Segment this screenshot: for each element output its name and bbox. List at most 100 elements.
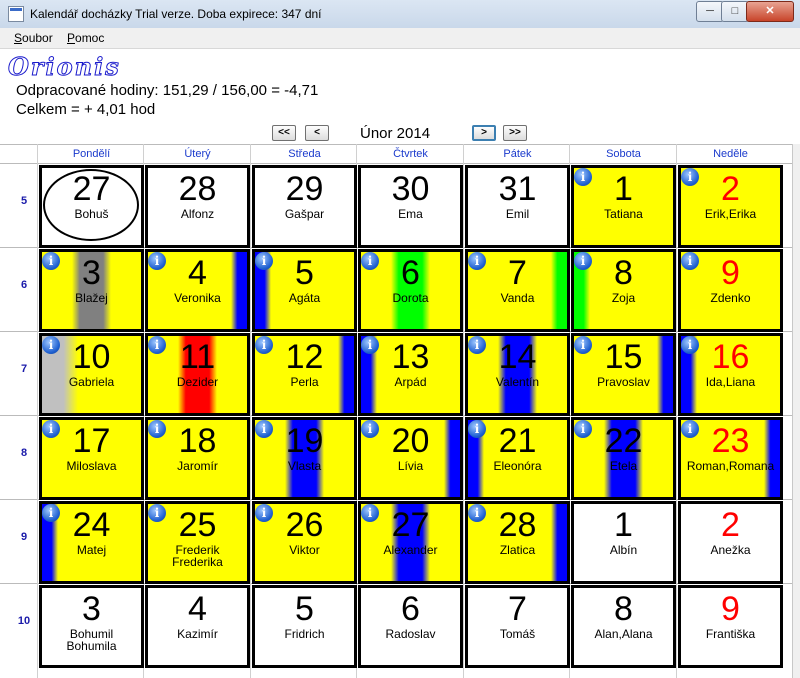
calendar-day-cell[interactable]: 5 Agáta i bbox=[252, 249, 357, 332]
name-day-label: Viktor bbox=[289, 543, 320, 557]
info-icon[interactable]: i bbox=[468, 504, 486, 522]
info-icon[interactable]: i bbox=[574, 336, 592, 354]
month-navigation: << < Únor 2014 > >> bbox=[0, 123, 800, 143]
info-icon[interactable]: i bbox=[361, 252, 379, 270]
calendar-day-cell[interactable]: 18 Jaromír i bbox=[145, 417, 250, 500]
close-button[interactable]: ✕ bbox=[746, 1, 794, 22]
calendar-day-cell[interactable]: 17 Miloslava i bbox=[39, 417, 144, 500]
calendar-day-cell[interactable]: 16 Ida,Liana i bbox=[678, 333, 783, 416]
calendar-day-cell[interactable]: 20 Lívia i bbox=[358, 417, 463, 500]
calendar-day-cell[interactable]: 1 Albín bbox=[571, 501, 676, 584]
name-day-label: Emil bbox=[505, 207, 530, 221]
calendar-day-cell[interactable]: 6 Radoslav bbox=[358, 585, 463, 668]
calendar-day-cell[interactable]: 2 Erik,Erika i bbox=[678, 165, 783, 248]
name-day-label: Tomáš bbox=[499, 627, 536, 641]
calendar-day-cell[interactable]: 26 Viktor i bbox=[252, 501, 357, 584]
total-balance: Celkem = + 4,01 hod bbox=[16, 101, 156, 118]
calendar-day-cell[interactable]: 13 Arpád i bbox=[358, 333, 463, 416]
info-icon[interactable]: i bbox=[468, 420, 486, 438]
info-icon[interactable]: i bbox=[42, 336, 60, 354]
calendar-day-cell[interactable]: 7 Tomáš bbox=[465, 585, 570, 668]
day-number: 29 bbox=[285, 170, 324, 208]
calendar-day-cell[interactable]: 21 Eleonóra i bbox=[465, 417, 570, 500]
info-icon[interactable]: i bbox=[42, 504, 60, 522]
calendar-day-cell[interactable]: 5 Fridrich bbox=[252, 585, 357, 668]
name-day-label: Albín bbox=[609, 543, 638, 557]
weekday-header: Středa bbox=[288, 148, 321, 160]
calendar-day-cell[interactable]: 22 Etela i bbox=[571, 417, 676, 500]
calendar-day-cell[interactable]: 10 Gabriela i bbox=[39, 333, 144, 416]
menu-pomoc[interactable]: Pomoc bbox=[67, 31, 104, 45]
info-icon[interactable]: i bbox=[574, 168, 592, 186]
week-number: 9 bbox=[20, 531, 28, 543]
calendar-day-cell[interactable]: 4 Veronika i bbox=[145, 249, 250, 332]
calendar-day-cell[interactable]: 29 Gašpar bbox=[252, 165, 357, 248]
info-icon[interactable]: i bbox=[42, 252, 60, 270]
calendar-day-cell[interactable]: 24 Matej i bbox=[39, 501, 144, 584]
name-day-label: Vlasta bbox=[287, 459, 322, 473]
day-number: 6 bbox=[401, 590, 420, 628]
info-icon[interactable]: i bbox=[681, 420, 699, 438]
calendar-day-cell[interactable]: 2 Anežka bbox=[678, 501, 783, 584]
calendar-day-cell[interactable]: 8 Zoja i bbox=[571, 249, 676, 332]
info-icon[interactable]: i bbox=[468, 336, 486, 354]
info-icon[interactable]: i bbox=[574, 420, 592, 438]
grid-line bbox=[250, 144, 251, 678]
calendar-day-cell[interactable]: 4 Kazimír bbox=[145, 585, 250, 668]
info-icon[interactable]: i bbox=[255, 252, 273, 270]
first-month-button[interactable]: << bbox=[272, 125, 296, 141]
last-month-button[interactable]: >> bbox=[503, 125, 527, 141]
title-bar[interactable]: Kalendář docházky Trial verze. Doba expi… bbox=[0, 0, 800, 29]
calendar-day-cell[interactable]: 27 Alexander i bbox=[358, 501, 463, 584]
name-day-label: Zdenko bbox=[710, 291, 751, 305]
info-icon[interactable]: i bbox=[148, 336, 166, 354]
window-frame-right bbox=[792, 144, 800, 678]
name-day-label: Matej bbox=[76, 543, 107, 557]
calendar-day-cell[interactable]: 15 Pravoslav i bbox=[571, 333, 676, 416]
menu-soubor[interactable]: Soubor bbox=[14, 31, 53, 45]
info-icon[interactable]: i bbox=[148, 420, 166, 438]
info-icon[interactable]: i bbox=[681, 336, 699, 354]
calendar-day-cell[interactable]: 19 Vlasta i bbox=[252, 417, 357, 500]
calendar-day-cell[interactable]: 6 Dorota i bbox=[358, 249, 463, 332]
calendar-day-cell[interactable]: 9 Zdenko i bbox=[678, 249, 783, 332]
calendar-day-cell[interactable]: 31 Emil bbox=[465, 165, 570, 248]
info-icon[interactable]: i bbox=[681, 252, 699, 270]
calendar-day-cell[interactable]: 14 Valentín i bbox=[465, 333, 570, 416]
info-icon[interactable]: i bbox=[42, 420, 60, 438]
info-icon[interactable]: i bbox=[468, 252, 486, 270]
calendar-day-cell[interactable]: 28 Alfonz bbox=[145, 165, 250, 248]
calendar-day-cell[interactable]: 1 Tatiana i bbox=[571, 165, 676, 248]
info-icon[interactable]: i bbox=[255, 504, 273, 522]
calendar-day-cell[interactable]: 11 Dezider i bbox=[145, 333, 250, 416]
info-icon[interactable]: i bbox=[255, 420, 273, 438]
name-day-label: Gašpar bbox=[284, 207, 325, 221]
info-icon[interactable]: i bbox=[574, 252, 592, 270]
info-icon[interactable]: i bbox=[681, 168, 699, 186]
info-icon[interactable]: i bbox=[148, 504, 166, 522]
next-month-button[interactable]: > bbox=[472, 125, 496, 141]
maximize-button[interactable]: □ bbox=[721, 1, 749, 22]
calendar-day-cell[interactable]: 27 Bohuš bbox=[39, 165, 144, 248]
calendar-day-cell[interactable]: 23 Roman,Romana i bbox=[678, 417, 783, 500]
name-day-label: Dorota bbox=[392, 291, 429, 305]
calendar-day-cell[interactable]: 3 Bohumil Bohumila bbox=[39, 585, 144, 668]
info-icon[interactable]: i bbox=[361, 336, 379, 354]
calendar-day-cell[interactable]: 9 Františka bbox=[678, 585, 783, 668]
info-icon[interactable]: i bbox=[255, 336, 273, 354]
name-day-label: Frederika bbox=[172, 555, 223, 569]
calendar-day-cell[interactable]: 28 Zlatica i bbox=[465, 501, 570, 584]
day-number: 3 bbox=[82, 590, 101, 628]
info-icon[interactable]: i bbox=[361, 420, 379, 438]
info-icon[interactable]: i bbox=[148, 252, 166, 270]
current-month: Únor 2014 bbox=[360, 125, 431, 142]
calendar-day-cell[interactable]: 8 Alan,Alana bbox=[571, 585, 676, 668]
prev-month-button[interactable]: < bbox=[305, 125, 329, 141]
minimize-button[interactable]: ─ bbox=[696, 1, 724, 22]
info-icon[interactable]: i bbox=[361, 504, 379, 522]
calendar-day-cell[interactable]: 12 Perla i bbox=[252, 333, 357, 416]
calendar-day-cell[interactable]: 30 Ema bbox=[358, 165, 463, 248]
calendar-day-cell[interactable]: 7 Vanda i bbox=[465, 249, 570, 332]
calendar-day-cell[interactable]: 25 Frederik Frederika i bbox=[145, 501, 250, 584]
calendar-day-cell[interactable]: 3 Blažej i bbox=[39, 249, 144, 332]
